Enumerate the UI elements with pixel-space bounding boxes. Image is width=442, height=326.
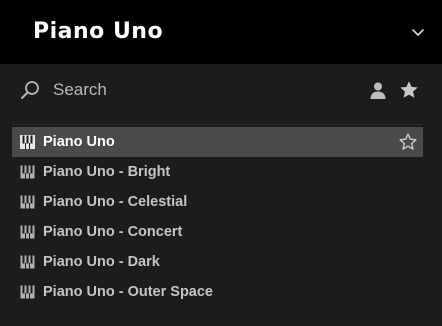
list-item-label: Piano Uno - Concert	[43, 224, 183, 240]
list-item[interactable]: Piano Uno - Dark	[12, 247, 423, 277]
piano-keys-icon	[20, 255, 35, 269]
list-item[interactable]: Piano Uno - Celestial	[12, 187, 423, 217]
header-bar: Piano Uno	[0, 0, 442, 64]
piano-keys-icon	[20, 165, 35, 179]
piano-keys-icon	[20, 285, 35, 299]
list-item-label: Piano Uno	[43, 134, 115, 150]
chevron-down-icon[interactable]	[410, 24, 426, 40]
instrument-title: Piano Uno	[33, 19, 164, 44]
search-input[interactable]: Search	[53, 80, 107, 100]
piano-keys-icon	[20, 135, 35, 149]
list-item-label: Piano Uno - Dark	[43, 254, 160, 270]
list-item[interactable]: Piano Uno	[12, 127, 423, 157]
preset-browser: Piano Uno Search Piano Uno Piano Uno - B…	[0, 0, 442, 326]
star-outline-icon[interactable]	[398, 132, 418, 152]
piano-keys-icon	[20, 225, 35, 239]
list-item-label: Piano Uno - Bright	[43, 164, 171, 180]
user-icon[interactable]	[368, 80, 388, 100]
list-item[interactable]: Piano Uno - Bright	[12, 157, 423, 187]
star-icon[interactable]	[398, 79, 420, 101]
list-item[interactable]: Piano Uno - Concert	[12, 217, 423, 247]
divider	[12, 124, 423, 125]
list-item-label: Piano Uno - Celestial	[43, 194, 188, 210]
piano-keys-icon	[20, 195, 35, 209]
search-bar: Search	[0, 64, 442, 118]
list-item-label: Piano Uno - Outer Space	[43, 284, 213, 300]
preset-list: Piano Uno Piano Uno - Bright Piano Uno -…	[12, 127, 423, 307]
search-icon[interactable]	[19, 79, 41, 101]
list-item[interactable]: Piano Uno - Outer Space	[12, 277, 423, 307]
